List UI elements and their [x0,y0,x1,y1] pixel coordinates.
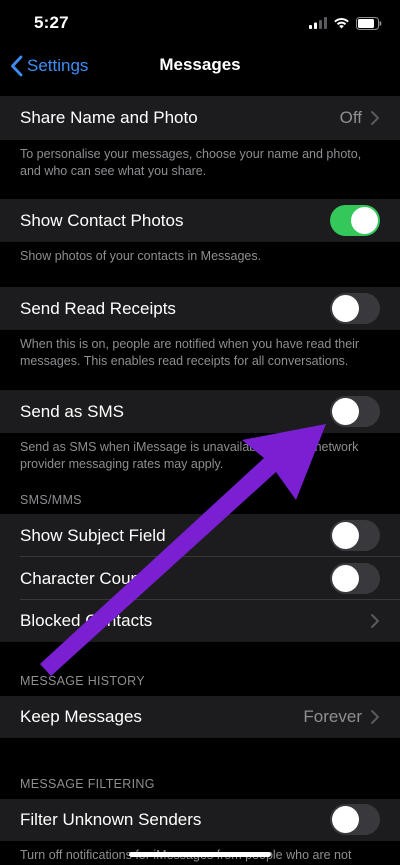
home-indicator [129,852,271,857]
toggle-knob [332,398,359,425]
chevron-right-icon [371,111,379,125]
chevron-right-icon [371,710,379,724]
send-read-receipts-footnote: When this is on, people are notified whe… [20,337,360,368]
share-name-and-photo-value: Off [339,108,362,127]
status-icons [309,15,382,31]
keep-messages-row[interactable]: Keep Messages Forever [0,696,400,738]
section-header-message-filtering: MESSAGE FILTERING [20,777,155,791]
sms-mms-group: Show Subject Field Character Count Block… [0,514,400,642]
send-read-receipts-label: Send Read Receipts [20,299,176,318]
send-read-receipts-toggle[interactable] [330,293,380,324]
show-contact-photos-row: Show Contact Photos [0,199,400,242]
toggle-knob [332,806,359,833]
row-divider [20,556,400,557]
filter-unknown-senders-toggle[interactable] [330,804,380,835]
status-time: 5:27 [34,13,69,32]
filter-unknown-senders-label: Filter Unknown Senders [20,810,202,829]
toggle-knob [351,207,378,234]
section-header-message-history: MESSAGE HISTORY [20,674,145,688]
show-contact-photos-footnote: Show photos of your contacts in Messages… [20,249,262,263]
toggle-knob [332,565,359,592]
character-count-label: Character Count [20,569,145,588]
toggle-knob [332,295,359,322]
character-count-toggle[interactable] [330,563,380,594]
cellular-signal-icon [309,17,327,29]
send-read-receipts-row: Send Read Receipts [0,287,400,330]
show-contact-photos-label: Show Contact Photos [20,211,184,230]
messages-settings-screen: 5:27 Settings Messages Share Name and Ph… [0,0,400,865]
keep-messages-value: Forever [303,707,362,726]
blocked-contacts-label: Blocked Contacts [20,611,153,630]
status-bar: 5:27 [0,0,400,44]
share-name-footnote: To personalise your messages, choose you… [20,147,362,178]
wifi-icon [334,18,349,29]
send-as-sms-footnote: Send as SMS when iMessage is unavailable… [20,440,359,471]
show-subject-field-label: Show Subject Field [20,526,166,545]
share-name-and-photo-label: Share Name and Photo [20,108,198,127]
filter-unknown-senders-row: Filter Unknown Senders [0,799,400,841]
show-contact-photos-toggle[interactable] [330,205,380,236]
share-name-and-photo-row[interactable]: Share Name and Photo Off [0,96,400,140]
send-as-sms-toggle[interactable] [330,396,380,427]
keep-messages-label: Keep Messages [20,707,142,726]
section-header-sms-mms: SMS/MMS [20,493,82,507]
send-as-sms-label: Send as SMS [20,402,124,421]
blocked-contacts-row[interactable]: Blocked Contacts [0,600,400,642]
show-subject-field-toggle[interactable] [330,520,380,551]
send-as-sms-row: Send as SMS [0,390,400,433]
navigation-bar: Settings Messages [0,44,400,88]
page-title: Messages [159,55,241,74]
chevron-right-icon [371,614,379,628]
battery-icon [356,16,382,30]
toggle-knob [332,522,359,549]
